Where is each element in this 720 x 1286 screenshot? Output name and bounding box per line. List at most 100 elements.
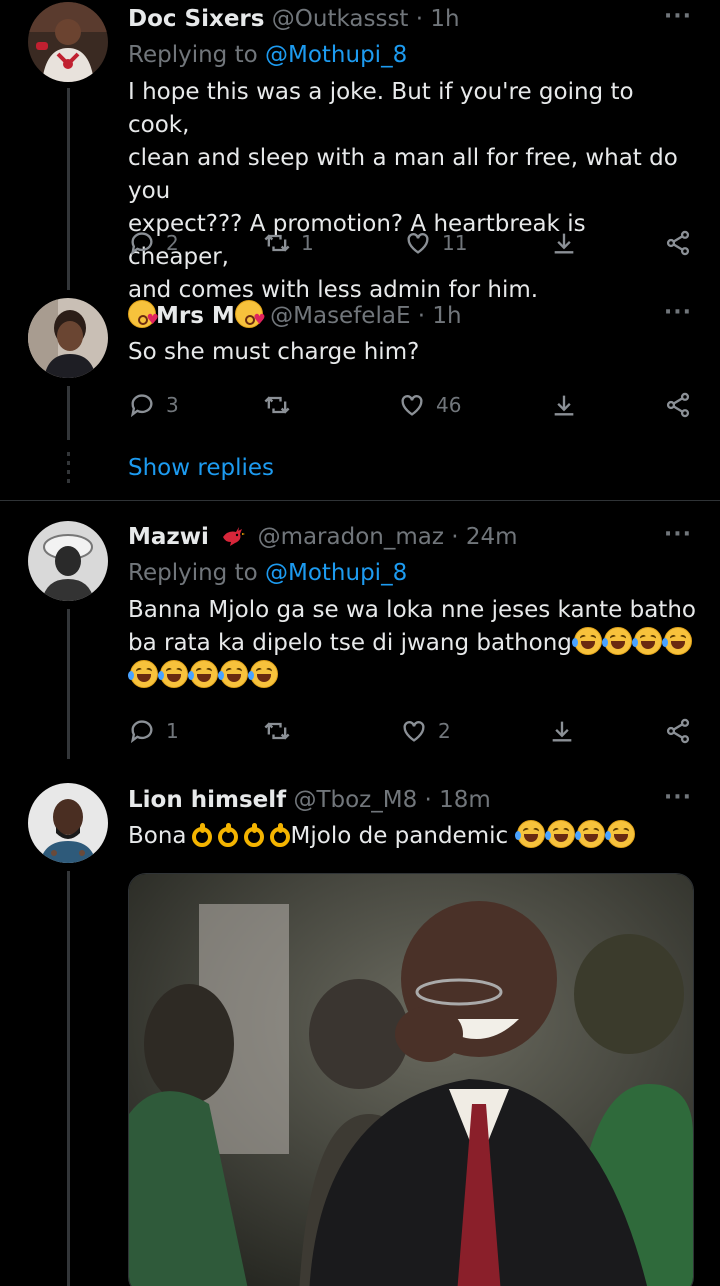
display-name[interactable]: Mazwi [128, 524, 209, 550]
avatar-mrs-m[interactable] [28, 298, 108, 378]
save-icon [554, 395, 574, 416]
like-icon [403, 721, 425, 742]
reply-count: 1 [166, 719, 179, 743]
tweet-actions: 2 1 11 [128, 226, 694, 260]
retweet-count: 1 [301, 231, 314, 255]
replying-to: Replying to @Mothupi_8 [128, 558, 407, 588]
tweet-text-line-with-emoji: ba rata ka dipelo tse di jwang bathong [128, 627, 700, 660]
reply-button[interactable]: 1 [128, 714, 179, 748]
reply-button[interactable]: 2 [128, 226, 179, 260]
display-name[interactable]: Mrs M [156, 303, 235, 329]
rofl-emoji [248, 660, 278, 688]
reply-count: 2 [166, 231, 179, 255]
like-button[interactable]: 11 [404, 226, 467, 260]
timestamp[interactable]: 18m [439, 787, 491, 813]
retweet-button[interactable]: 1 [263, 226, 314, 260]
share-button[interactable] [664, 226, 692, 260]
rofl-emoji [515, 820, 546, 848]
reply-icon [130, 720, 153, 744]
tweet-text: Bona Mjolo de pandemic [128, 820, 680, 853]
retweet-button[interactable] [263, 714, 301, 748]
separator: · [415, 6, 424, 32]
separator: · [417, 303, 426, 329]
tweet-text-emoji-line [128, 660, 700, 693]
more-icon[interactable]: ··· [664, 522, 692, 547]
thread-line [67, 871, 70, 1286]
rofl-emoji [661, 627, 692, 655]
tweet-text-line: clean and sleep with a man all for free,… [128, 145, 678, 204]
tweet-header: Doc Sixers @Outkassst · 1h [128, 4, 690, 34]
retweet-button[interactable] [263, 388, 301, 422]
tweet-text-segment: Mjolo de pandemic [290, 823, 509, 849]
share-button[interactable] [664, 388, 692, 422]
share-button[interactable] [664, 714, 692, 748]
thread-line [67, 609, 70, 759]
reply-count: 3 [166, 393, 179, 417]
rofl-emoji [545, 820, 576, 848]
mention-link[interactable]: @Mothupi_8 [265, 560, 407, 586]
thread-line [67, 386, 70, 440]
ok-hand-emoji [268, 823, 290, 849]
reply-icon [130, 394, 153, 418]
rofl-emoji [605, 820, 636, 848]
rofl-emoji [128, 660, 158, 688]
like-button[interactable]: 2 [400, 714, 451, 748]
tweet-text: Banna Mjolo ga se wa loka nne jeses kant… [128, 594, 700, 693]
more-icon[interactable]: ··· [664, 785, 692, 810]
tweet-text-line: I hope this was a joke. But if you're go… [128, 79, 634, 138]
rofl-emoji [575, 820, 606, 848]
user-handle[interactable]: @Tboz_M8 [293, 787, 417, 813]
ok-hand-emoji [190, 823, 212, 849]
mention-link[interactable]: @Mothupi_8 [265, 42, 407, 68]
like-count: 46 [436, 393, 462, 417]
avatar-mazwi[interactable] [28, 521, 108, 601]
tweet-header: Lion himself @Tboz_M8 · 18m [128, 785, 690, 815]
replying-to: Replying to @Mothupi_8 [128, 40, 407, 70]
replying-to-label: Replying to [128, 560, 258, 586]
reply-button[interactable]: 3 [128, 388, 179, 422]
like-icon [401, 395, 423, 416]
user-handle[interactable]: @maradon_maz [258, 524, 444, 550]
bird-emoji [223, 527, 246, 546]
save-button[interactable] [550, 388, 578, 422]
ok-hand-emoji [242, 823, 264, 849]
user-handle[interactable]: @Outkassst [272, 6, 409, 32]
save-icon [554, 233, 574, 254]
rofl-emoji [571, 627, 602, 655]
timestamp[interactable]: 1h [432, 303, 461, 329]
more-icon[interactable]: ··· [664, 300, 692, 325]
display-name[interactable]: Lion himself [128, 787, 286, 813]
user-handle[interactable]: @MasefelaE [270, 303, 410, 329]
ok-hand-emoji [216, 823, 238, 849]
rofl-emoji [631, 627, 662, 655]
display-name[interactable]: Doc Sixers [128, 6, 264, 32]
like-icon [407, 233, 429, 254]
tweet-media-photo[interactable] [128, 873, 694, 1286]
rofl-emoji [601, 627, 632, 655]
timestamp[interactable]: 1h [430, 6, 459, 32]
tweet-text-segment: ba rata ka dipelo tse di jwang bathong [128, 630, 572, 656]
like-button[interactable]: 46 [398, 388, 461, 422]
thread-divider [0, 500, 720, 501]
more-icon[interactable]: ··· [664, 4, 692, 29]
tweet-text: I hope this was a joke. But if you're go… [128, 76, 680, 307]
avatar-lion-himself[interactable] [28, 783, 108, 863]
retweet-icon [264, 722, 290, 740]
tweet-header: Mrs M @MasefelaE · 1h [128, 300, 690, 335]
tweet-actions: 1 2 [128, 714, 694, 748]
laughing-man-photo [129, 874, 693, 1286]
avatar-doc-sixers[interactable] [28, 2, 108, 82]
timestamp[interactable]: 24m [466, 524, 518, 550]
show-replies-link[interactable]: Show replies [128, 453, 274, 483]
tweet-text: So she must charge him? [128, 339, 420, 365]
reply-icon [130, 232, 153, 256]
save-button[interactable] [548, 714, 576, 748]
rofl-emoji [188, 660, 218, 688]
separator: · [424, 787, 432, 813]
save-button[interactable] [550, 226, 578, 260]
more-replies-dots [67, 452, 70, 484]
separator: · [451, 524, 459, 550]
kissing-face-emoji [128, 300, 159, 335]
thread-line [67, 88, 70, 290]
retweet-icon [264, 234, 290, 252]
